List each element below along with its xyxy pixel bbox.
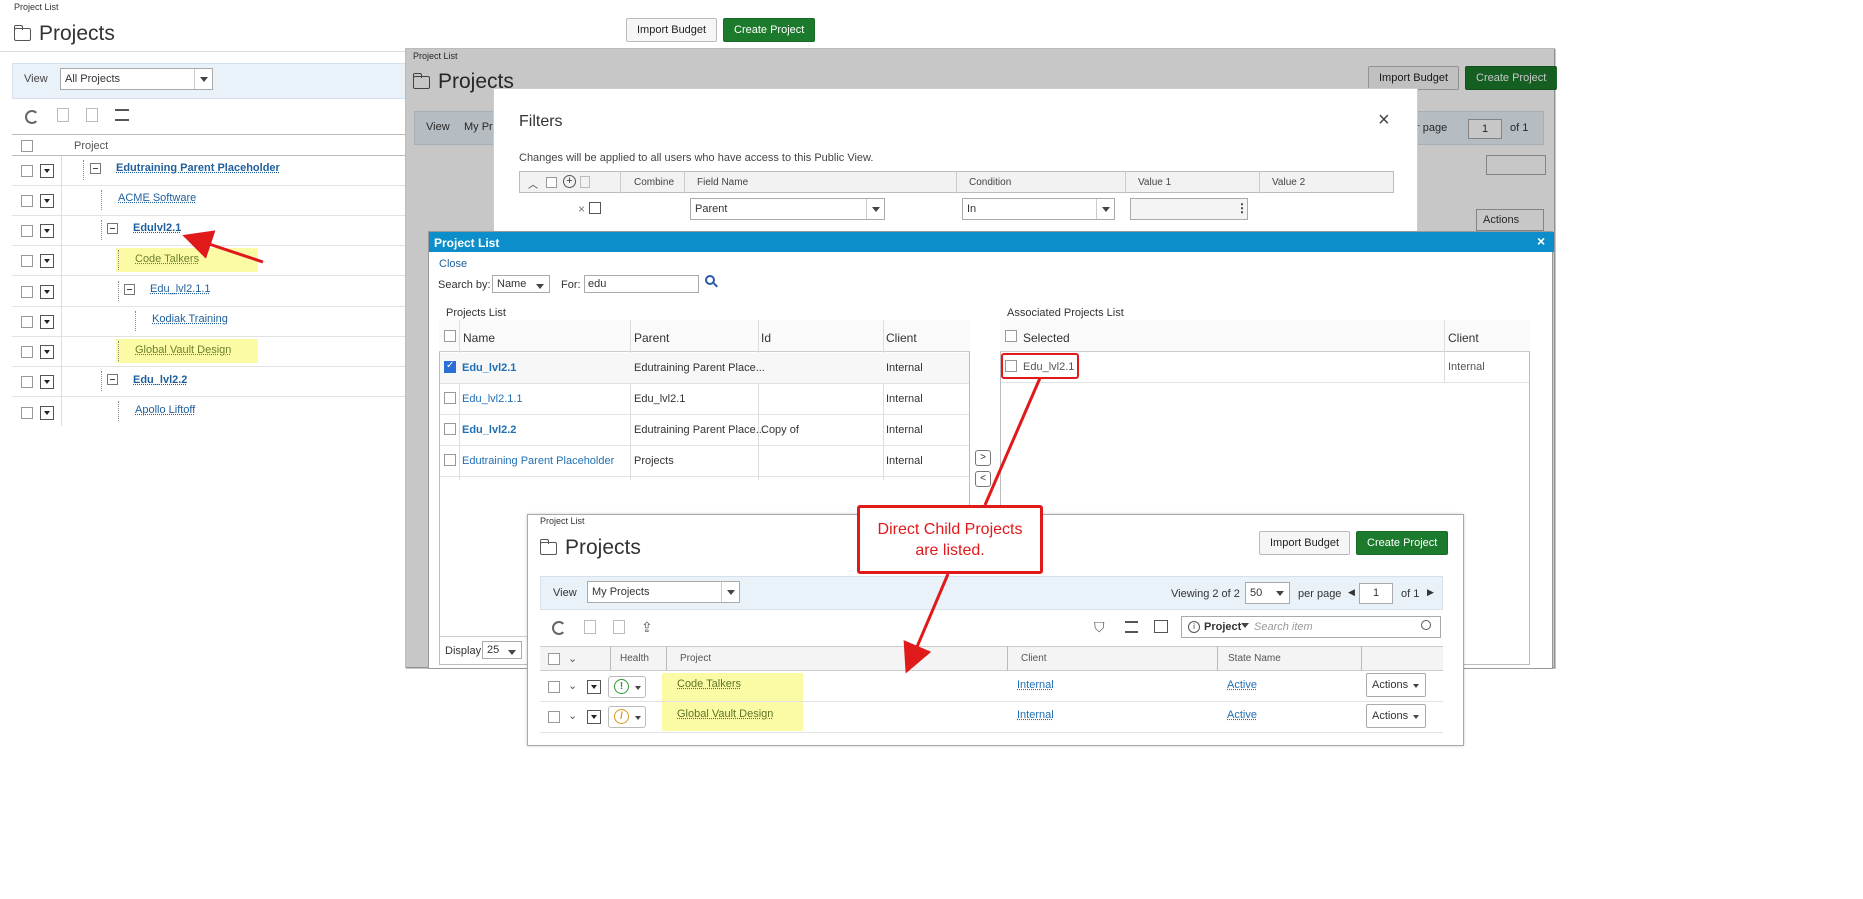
- red-arrow: [903, 573, 950, 674]
- callout-box: Direct Child Projects are listed.: [857, 505, 1043, 574]
- callout-line2: are listed.: [915, 542, 985, 559]
- red-arrow: [182, 230, 264, 264]
- annotation-overlay: [182, 230, 1042, 674]
- red-line: [983, 377, 1042, 506]
- callout-line1: Direct Child Projects: [877, 521, 1023, 538]
